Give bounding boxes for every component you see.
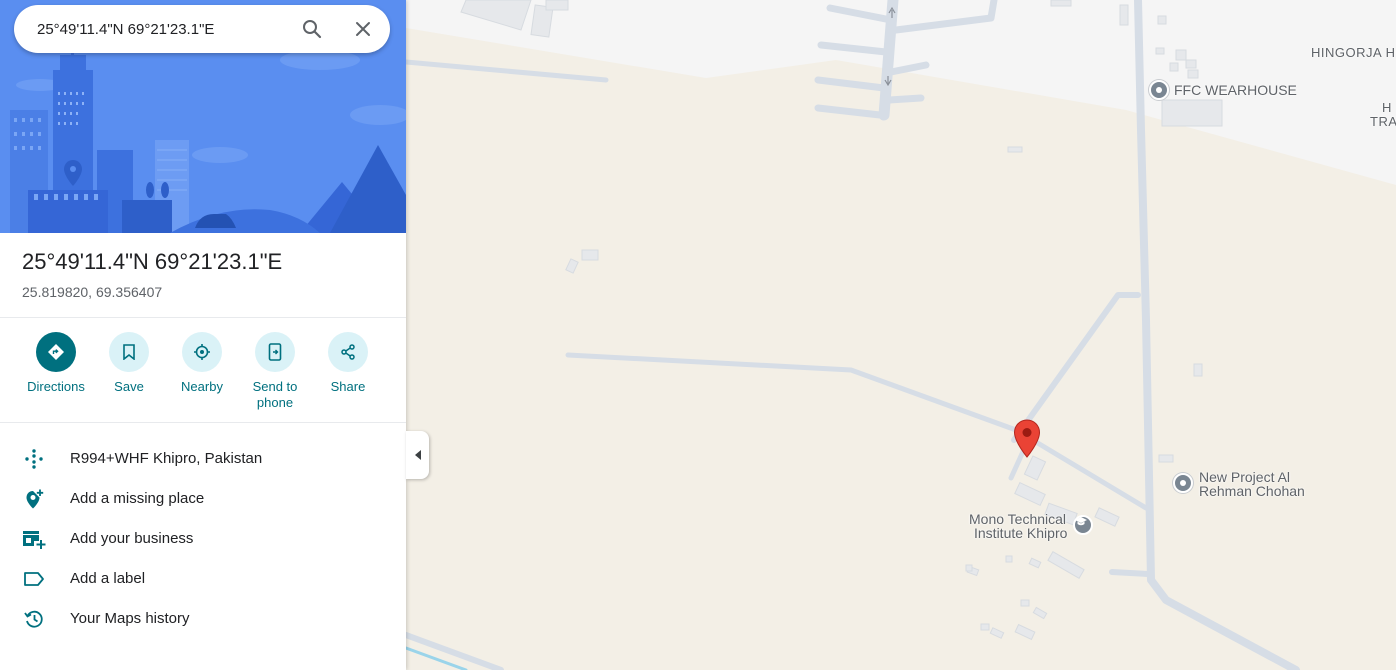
share-label: Share [330, 379, 366, 394]
add-business-row[interactable]: Add your business [0, 519, 406, 559]
divider-top [0, 317, 406, 318]
directions-label: Directions [27, 379, 85, 394]
place-panel: 25°49'11.4"N 69°21'23.1"E 25.819820, 69.… [0, 0, 406, 670]
nearby-icon [194, 344, 210, 360]
map-canvas[interactable]: FFC WEARHOUSE HINGORJA HO H TRA New Proj… [406, 0, 1396, 670]
directions-icon [48, 344, 64, 360]
add-label-row[interactable]: Add a label [0, 559, 406, 599]
add-place-icon [26, 489, 44, 509]
map-label-hingorja[interactable]: HINGORJA HO [1311, 45, 1396, 60]
divider-mid [0, 422, 406, 423]
send-to-phone-label: Send to phone [252, 379, 298, 410]
add-business-icon [23, 531, 46, 549]
add-missing-place-text: Add a missing place [70, 490, 205, 507]
search-input[interactable] [37, 15, 287, 43]
map-base [406, 0, 1396, 670]
school-pin-icon[interactable] [1073, 515, 1093, 535]
save-button[interactable]: Save [92, 332, 166, 395]
add-missing-place-row[interactable]: Add a missing place [0, 479, 406, 519]
nearby-button[interactable]: Nearby [165, 332, 239, 395]
plus-code-text: R994+WHF Khipro, Pakistan [70, 450, 263, 467]
map-label-ffc-warehouse[interactable]: FFC WEARHOUSE [1174, 83, 1297, 98]
plus-code-icon [25, 449, 43, 469]
save-label: Save [114, 379, 144, 394]
new-project-pin-icon[interactable] [1173, 473, 1193, 493]
map-label-tra[interactable]: TRA [1370, 114, 1396, 129]
share-icon [341, 344, 355, 360]
search-icon [303, 20, 322, 39]
search-button[interactable] [298, 15, 326, 43]
dropped-pin-icon[interactable] [1013, 419, 1041, 459]
share-button[interactable]: Share [311, 332, 385, 395]
send-to-phone-button[interactable]: Send to phone [238, 332, 312, 411]
collapse-arrow-icon [414, 450, 421, 460]
history-icon [24, 610, 43, 628]
plus-code-row[interactable]: R994+WHF Khipro, Pakistan [0, 439, 406, 479]
directions-button[interactable]: Directions [19, 332, 93, 395]
map-label-h[interactable]: H [1382, 100, 1392, 115]
ffc-warehouse-pin-icon[interactable] [1149, 80, 1169, 100]
maps-history-row[interactable]: Your Maps history [0, 599, 406, 639]
maps-history-text: Your Maps history [70, 610, 190, 627]
place-coordinates[interactable]: 25.819820, 69.356407 [22, 284, 162, 300]
nearby-label: Nearby [181, 379, 223, 394]
search-box [14, 5, 390, 53]
add-label-text: Add a label [70, 570, 146, 587]
label-icon [24, 572, 44, 586]
place-title: 25°49'11.4"N 69°21'23.1"E [22, 249, 283, 274]
bookmark-icon [123, 344, 135, 360]
map-label-mono-2[interactable]: Institute Khipro [974, 526, 1067, 541]
map-label-new-project-2[interactable]: Rehman Chohan [1199, 484, 1305, 499]
add-business-text: Add your business [70, 530, 194, 547]
send-to-phone-icon [268, 343, 282, 361]
close-icon [356, 22, 370, 36]
close-button[interactable] [349, 15, 377, 43]
collapse-panel-button[interactable] [406, 431, 429, 479]
